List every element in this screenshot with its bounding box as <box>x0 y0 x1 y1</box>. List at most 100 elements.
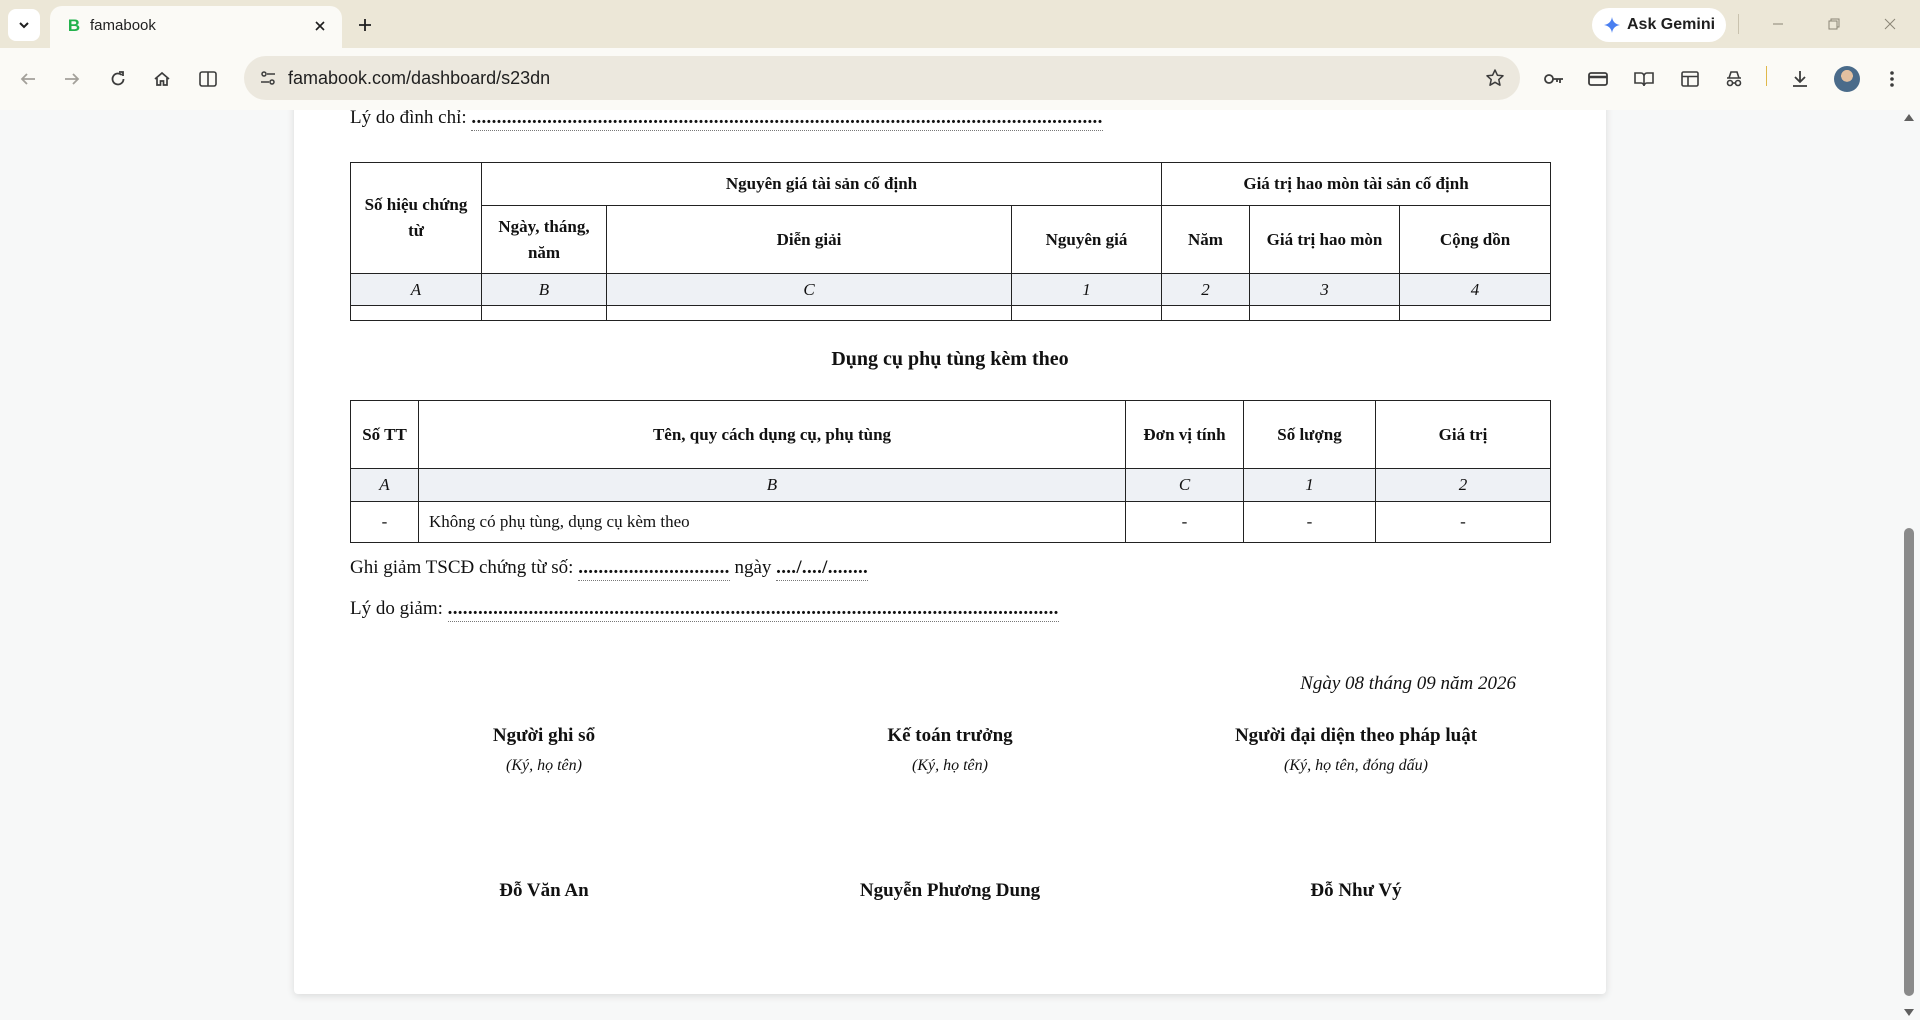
payment-methods-button[interactable] <box>1582 63 1614 95</box>
empty-cell <box>1398 305 1552 321</box>
document-sheet: Lý do đình chỉ: ........................… <box>294 110 1606 994</box>
tab-close-icon[interactable] <box>308 14 332 38</box>
index-cell: C <box>606 273 1012 306</box>
profile-avatar[interactable] <box>1834 66 1860 92</box>
index-cell: B <box>418 468 1126 502</box>
index-cell: 1 <box>1011 273 1162 306</box>
downloads-button[interactable] <box>1784 63 1816 95</box>
site-info-icon[interactable] <box>256 66 280 90</box>
minimize-icon <box>1773 23 1783 25</box>
index-cell: 1 <box>1243 468 1376 502</box>
scroll-down-arrow-icon[interactable] <box>1904 1009 1914 1016</box>
browser-menu-button[interactable] <box>1876 63 1908 95</box>
col-value-header: Giá trị <box>1375 400 1551 469</box>
password-manager-button[interactable] <box>1538 63 1570 95</box>
close-icon <box>1884 18 1896 30</box>
scrollbar-thumb[interactable] <box>1904 528 1914 996</box>
split-view-icon <box>199 71 217 87</box>
empty-cell <box>350 305 482 321</box>
bookmark-star-icon[interactable] <box>1482 65 1508 91</box>
index-cell: 3 <box>1249 273 1400 306</box>
close-window-button[interactable] <box>1870 10 1910 38</box>
tools-table: Số TT Tên, quy cách dụng cụ, phụ tùng Đơ… <box>350 400 1551 543</box>
side-panel-button[interactable] <box>1674 63 1706 95</box>
back-button[interactable] <box>12 63 44 95</box>
arrow-left-icon <box>20 73 35 85</box>
split-view-button[interactable] <box>192 63 224 95</box>
group-original-cost-header: Nguyên giá tài sản cố định <box>481 162 1162 206</box>
reload-icon <box>111 71 125 86</box>
reduce-voucher-label: Ghi giảm TSCĐ chứng từ số: <box>350 557 574 578</box>
home-icon <box>154 71 170 86</box>
col-name-header: Tên, quy cách dụng cụ, phụ tùng <box>418 400 1126 469</box>
toolbar-divider-accent <box>1766 66 1767 86</box>
signer-note: (Ký, họ tên) <box>506 757 582 774</box>
browser-tab-active[interactable]: B famabook <box>50 6 342 48</box>
plus-icon <box>359 19 371 31</box>
download-icon <box>1793 71 1807 87</box>
empty-cell <box>1249 305 1400 321</box>
signer-name: Đỗ Văn An <box>499 880 589 901</box>
chevron-down-icon <box>19 22 29 29</box>
reduce-voucher-line: Ghi giảm TSCĐ chứng từ số: .............… <box>350 556 869 581</box>
index-cell: 2 <box>1161 273 1250 306</box>
row-no-cell: - <box>350 501 419 543</box>
signer-role: Người ghi sổ <box>492 725 596 746</box>
tab-search-button[interactable] <box>8 9 40 41</box>
signer-legal-representative: Người đại diện theo pháp luật (Ký, họ tê… <box>1156 723 1556 777</box>
col-description-header: Diễn giải <box>606 205 1012 274</box>
signer-name: Đỗ Như Vý <box>1310 880 1402 901</box>
page-viewport: Lý do đình chỉ: ........................… <box>0 110 1920 1020</box>
empty-cell <box>1161 305 1250 321</box>
suspend-reason-line: Lý do đình chỉ: ........................… <box>350 110 1103 131</box>
signer-note: (Ký, họ tên) <box>912 757 988 774</box>
row-unit-cell: - <box>1125 501 1244 543</box>
arrow-right-icon <box>65 73 80 85</box>
reading-mode-button[interactable] <box>1628 63 1660 95</box>
reload-button[interactable] <box>102 63 134 95</box>
page-scrollbar[interactable] <box>1898 110 1920 1020</box>
reduce-date-field: ..../..../........ <box>776 556 869 581</box>
new-tab-button[interactable] <box>350 10 380 40</box>
tools-section-title: Dụng cụ phụ tùng kèm theo <box>831 348 1069 370</box>
url-text: famabook.com/dashboard/s23dn <box>288 68 551 88</box>
index-cell: C <box>1125 468 1244 502</box>
reduce-reason-field: ........................................… <box>447 597 1059 622</box>
signer-name: Nguyễn Phương Dung <box>859 880 1041 901</box>
key-icon <box>1544 74 1563 84</box>
incognito-icon <box>1726 71 1742 87</box>
more-vertical-icon <box>1890 71 1894 87</box>
scroll-up-arrow-icon[interactable] <box>1904 114 1914 121</box>
index-cell: 2 <box>1375 468 1551 502</box>
col-no-header: Số TT <box>350 400 419 469</box>
book-open-icon <box>1634 72 1654 87</box>
signer-role: Người đại diện theo pháp luật <box>1234 725 1478 746</box>
restore-button[interactable] <box>1814 10 1854 38</box>
empty-cell <box>481 305 607 321</box>
famabook-favicon-icon: B <box>67 16 81 35</box>
extensions-button[interactable] <box>1718 63 1750 95</box>
index-cell: B <box>481 273 607 306</box>
row-value-cell: - <box>1375 501 1551 543</box>
home-button[interactable] <box>146 63 178 95</box>
suspend-reason-field: ........................................… <box>471 110 1103 131</box>
table-row <box>350 305 1552 321</box>
signer-chief-accountant: Kế toán trưởng (Ký, họ tên) <box>750 723 1150 777</box>
ask-gemini-label: Ask Gemini <box>1627 16 1716 33</box>
minimize-button[interactable] <box>1758 10 1798 38</box>
ask-gemini-button[interactable]: Ask Gemini <box>1592 8 1726 42</box>
table-row: - Không có phụ tùng, dụng cụ kèm theo - … <box>350 501 1551 543</box>
group-depreciation-header: Giá trị hao mòn tài sản cố định <box>1160 162 1552 206</box>
address-bar[interactable]: famabook.com/dashboard/s23dn <box>244 56 1520 100</box>
gemini-sparkle-icon <box>1604 17 1620 33</box>
empty-cell <box>1011 305 1162 321</box>
credit-card-icon <box>1588 72 1608 86</box>
reduce-date-label: ngày <box>734 557 772 578</box>
col-year-header: Năm <box>1161 205 1250 274</box>
signer-role: Kế toán trưởng <box>887 725 1013 746</box>
col-cumulative-header: Cộng dồn <box>1398 205 1552 274</box>
browser-tab-bar: B famabook Ask Gemini <box>0 0 1920 48</box>
col-qty-header: Số lượng <box>1243 400 1376 469</box>
col-dep-value-header: Giá trị hao mòn <box>1249 205 1400 274</box>
forward-button[interactable] <box>56 63 88 95</box>
